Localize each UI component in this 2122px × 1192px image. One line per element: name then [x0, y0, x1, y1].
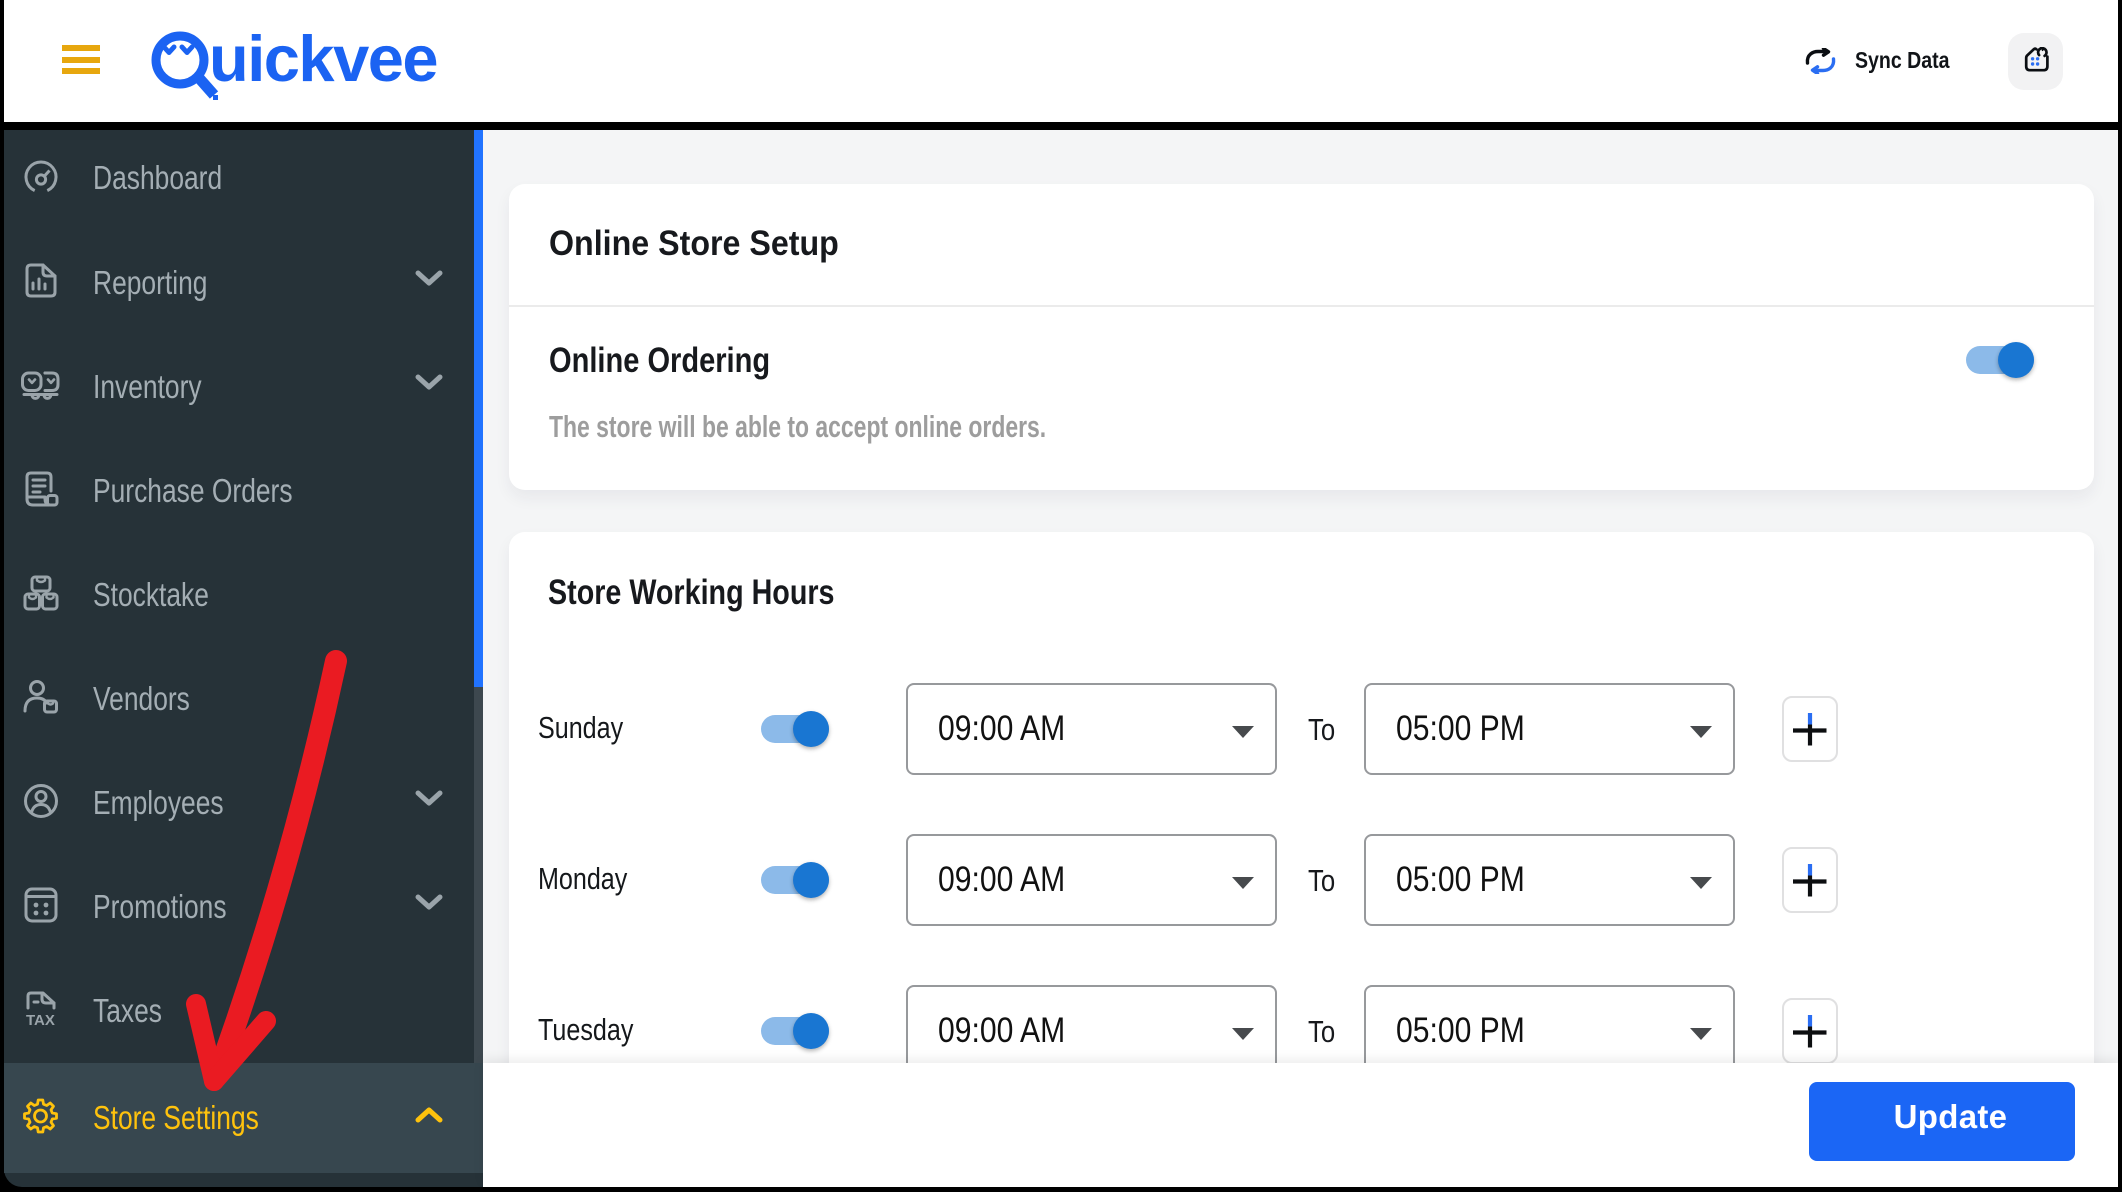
svg-text:uickvee: uickvee — [209, 26, 437, 95]
svg-text:TAX: TAX — [26, 1012, 55, 1029]
